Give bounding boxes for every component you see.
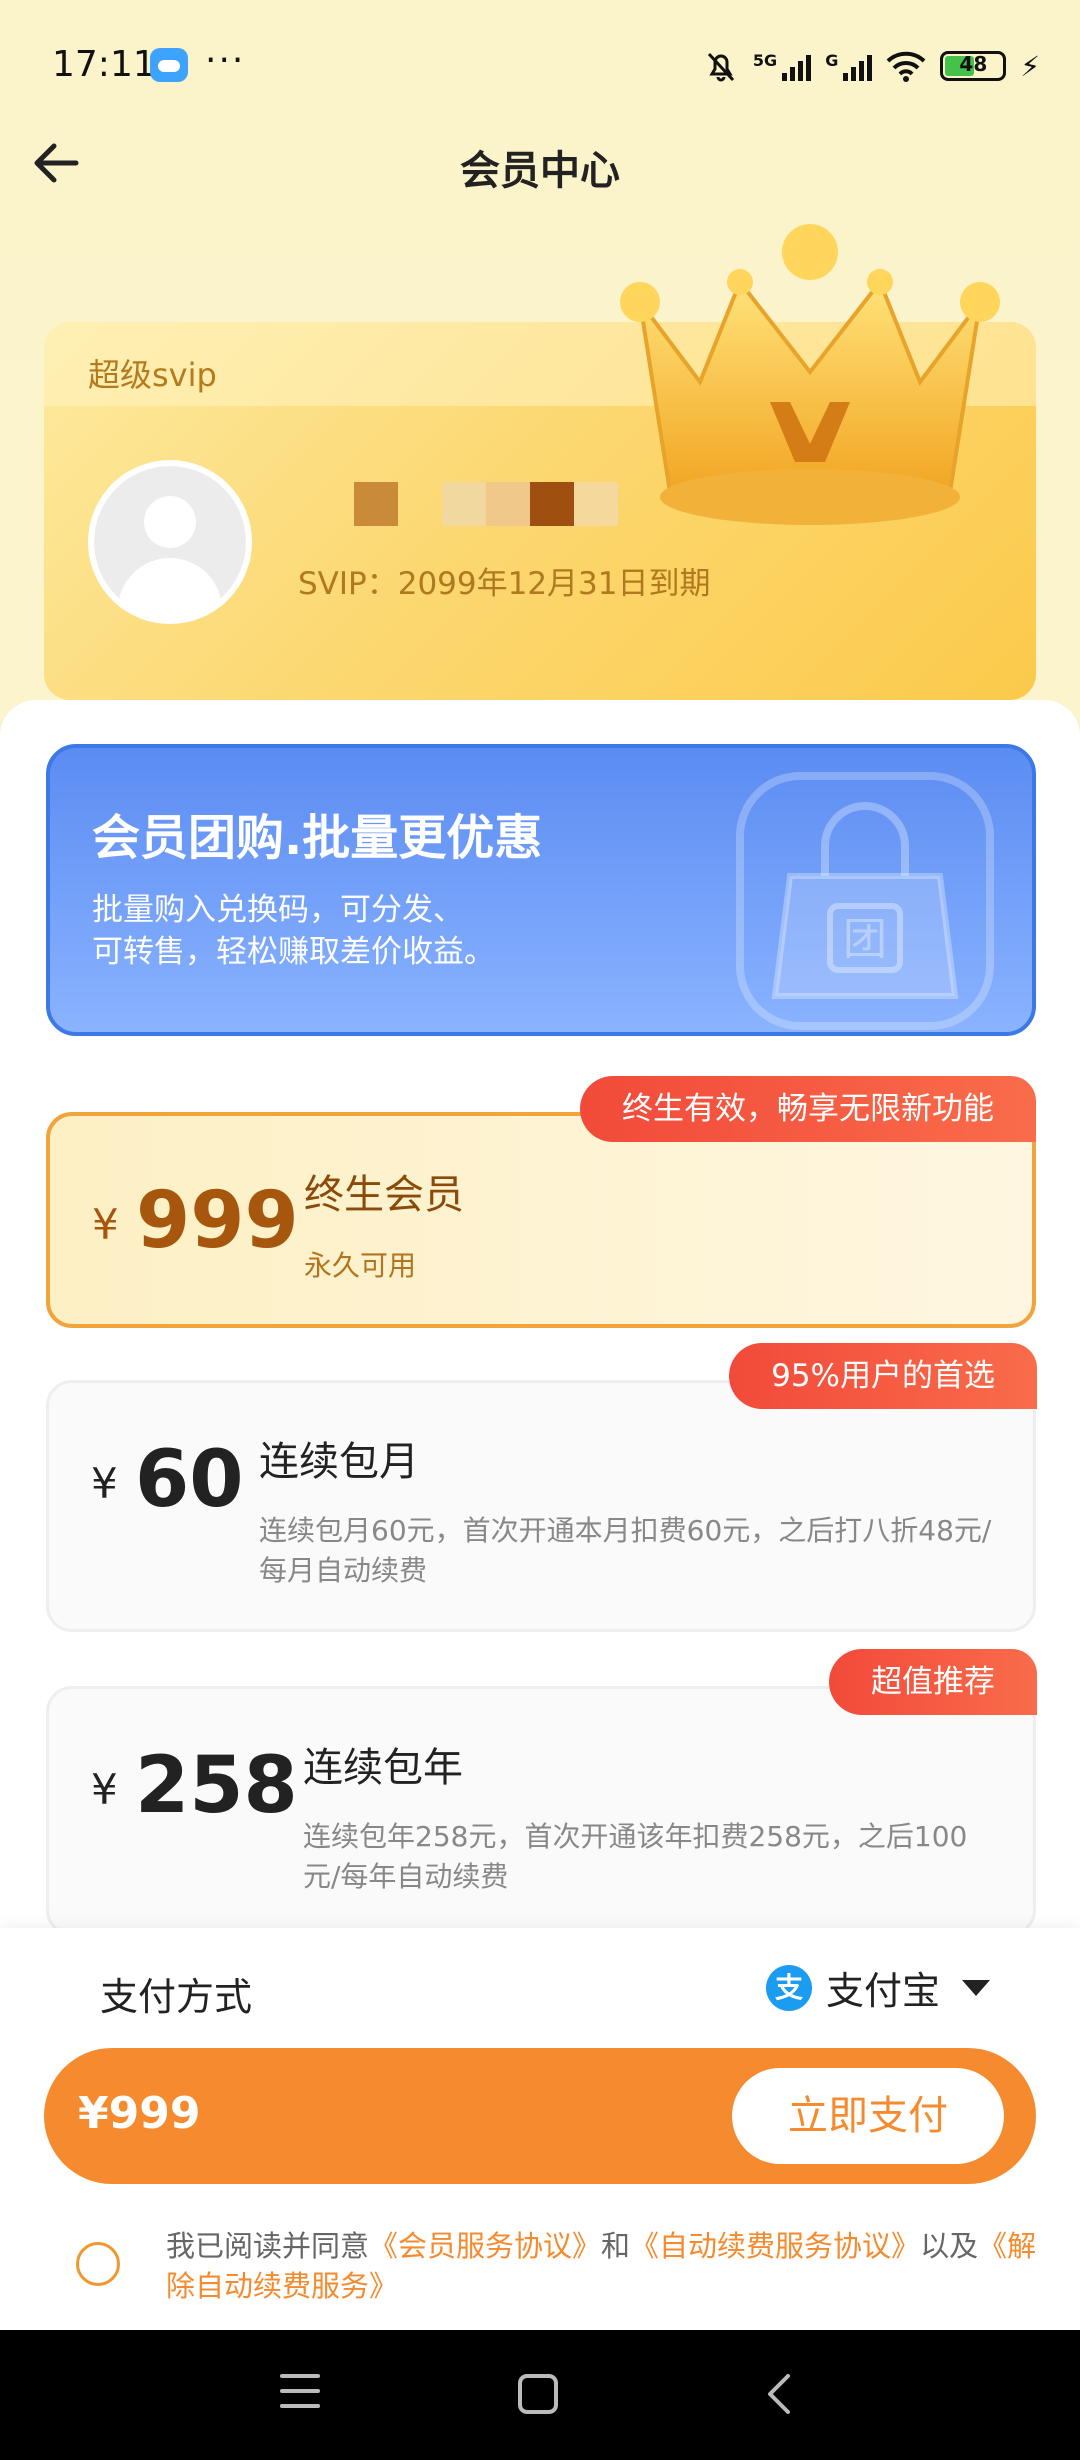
- plan-price: 60: [135, 1435, 244, 1525]
- charging-icon: ⚡: [1020, 49, 1040, 83]
- auto-renew-agreement-link[interactable]: 《自动续费服务协议》: [630, 2229, 920, 2263]
- svg-text:团: 团: [843, 914, 887, 965]
- plan-badge: 终生有效，畅享无限新功能: [580, 1076, 1036, 1142]
- agreement-text: 我已阅读并同意《会员服务协议》和《自动续费服务协议》以及《解除自动续费服务》: [166, 2229, 1037, 2303]
- battery-icon: 48: [940, 51, 1007, 81]
- more-notifications-icon: ···: [205, 40, 246, 81]
- agreement-checkbox[interactable]: [76, 2242, 120, 2286]
- plan-desc: 永久可用: [304, 1249, 417, 1282]
- back-icon[interactable]: [760, 2372, 800, 2416]
- plan-currency: ¥: [91, 1459, 118, 1508]
- plan-badge: 95%用户的首选: [729, 1343, 1037, 1409]
- mute-bell-icon: [707, 52, 735, 82]
- menu-icon[interactable]: [280, 2374, 320, 2414]
- battery-level: 48: [959, 52, 988, 76]
- status-time: 17:11: [52, 44, 156, 85]
- plan-price: 258: [135, 1741, 298, 1831]
- pay-bar: ¥999 立即支付: [44, 2048, 1036, 2184]
- plan-lifetime[interactable]: 终生有效，畅享无限新功能 ¥ 999 终生会员 永久可用: [46, 1076, 1036, 1328]
- alipay-icon: 支: [765, 1964, 812, 2011]
- payment-method-selector[interactable]: 支 支付宝: [765, 1960, 990, 2015]
- page-title: 会员中心: [460, 148, 620, 194]
- plan-currency: ¥: [92, 1200, 119, 1249]
- plan-name: 终生会员: [304, 1172, 464, 1218]
- dropdown-caret-icon: [962, 1979, 990, 1996]
- avatar[interactable]: [88, 460, 252, 624]
- group-buy-banner[interactable]: 会员团购.批量更优惠 批量购入兑换码，可分发、 可转售，轻松赚取差价收益。 团: [46, 744, 1036, 1036]
- plan-currency: ¥: [91, 1765, 118, 1814]
- plan-name: 连续包月: [259, 1439, 419, 1485]
- plan-desc: 连续包年258元，首次开通该年扣费258元，之后100元/每年自动续费: [303, 1820, 968, 1893]
- shopping-bag-icon: 团: [736, 772, 994, 1030]
- plan-desc: 连续包月60元，首次开通本月扣费60元，之后打八折48元/每月自动续费: [259, 1514, 992, 1587]
- wifi-icon: [886, 51, 926, 82]
- crown-icon: [620, 224, 1000, 525]
- member-tier-label: 超级svip: [88, 356, 217, 394]
- signal-5g-icon: 5G: [753, 51, 812, 81]
- payment-method-value: 支付宝: [825, 1969, 940, 2013]
- status-bar: 17:11 ··· 5G G 48 ⚡: [0, 0, 1080, 130]
- plan-yearly[interactable]: 超值推荐 ¥ 258 连续包年 连续包年258元，首次开通该年扣费258元，之后…: [46, 1649, 1037, 1936]
- username-pixel: [530, 482, 574, 526]
- expiry-date: SVIP：2099年12月31日到期: [298, 566, 711, 602]
- group-buy-desc-line1: 批量购入兑换码，可分发、: [92, 892, 464, 928]
- pay-now-button[interactable]: 立即支付: [732, 2068, 1004, 2164]
- plan-price: 999: [136, 1176, 299, 1266]
- plan-badge: 超值推荐: [829, 1649, 1037, 1715]
- payment-method-label: 支付方式: [100, 1975, 253, 2019]
- signal-g-icon: G: [825, 51, 873, 81]
- status-icons: 5G G 48 ⚡: [703, 46, 1040, 86]
- plan-name: 连续包年: [303, 1745, 463, 1791]
- group-buy-desc-line2: 可转售，轻松赚取差价收益。: [92, 934, 495, 970]
- member-service-agreement-link[interactable]: 《会员服务协议》: [369, 2229, 601, 2263]
- plan-monthly[interactable]: 95%用户的首选 ¥ 60 连续包月 连续包月60元，首次开通本月扣费60元，之…: [46, 1343, 1037, 1632]
- username-pixel: [354, 482, 398, 526]
- group-buy-title: 会员团购.批量更优惠: [92, 810, 543, 866]
- username-pixel: [486, 482, 530, 526]
- home-icon[interactable]: [518, 2374, 558, 2414]
- username-obscured: [354, 482, 618, 526]
- system-nav-bar: [0, 2330, 1080, 2460]
- username-pixel: [442, 482, 486, 526]
- cloud-icon: [150, 48, 188, 82]
- pay-amount: ¥999: [78, 2088, 201, 2139]
